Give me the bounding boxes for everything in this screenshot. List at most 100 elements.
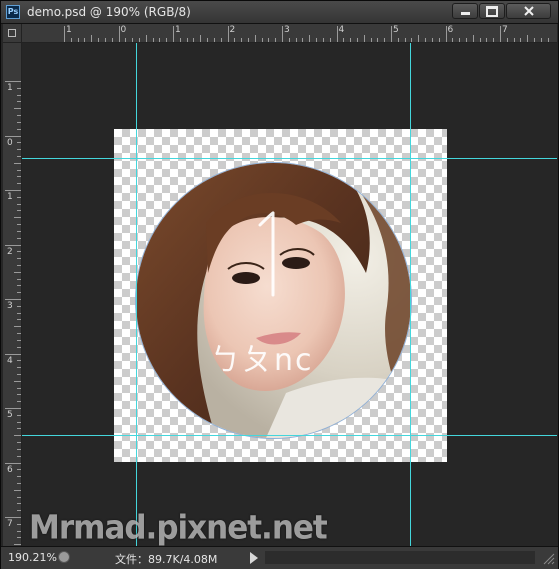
- ruler-minor-tick: [343, 38, 345, 42]
- status-menu-icon[interactable]: [58, 551, 70, 563]
- ruler-label: 2: [229, 25, 236, 35]
- ruler-minor-tick: [17, 155, 21, 157]
- ruler-minor-tick: [125, 38, 127, 42]
- ruler-minor-tick: [493, 38, 495, 42]
- ruler-minor-tick: [452, 38, 454, 42]
- ruler-major-tick: [5, 462, 21, 464]
- ruler-minor-tick: [17, 339, 21, 341]
- ruler-minor-tick: [213, 38, 215, 42]
- ruler-label: 5: [393, 25, 399, 35]
- ruler-minor-tick: [438, 38, 440, 42]
- ruler-minor-tick: [397, 38, 399, 42]
- ruler-major-tick: [5, 408, 21, 409]
- ruler-minor-tick: [84, 38, 86, 42]
- ruler-label: 4: [338, 25, 345, 35]
- ruler-minor-tick: [527, 35, 529, 42]
- artwork-text: ㄅㄆnc: [210, 343, 314, 378]
- ruler-minor-tick: [506, 38, 508, 42]
- ruler-minor-tick: [288, 38, 290, 42]
- close-button[interactable]: [506, 3, 551, 19]
- maximize-button[interactable]: [479, 3, 505, 19]
- ruler-minor-tick: [220, 38, 222, 42]
- guide-horizontal-bottom[interactable]: [22, 435, 557, 436]
- ruler-minor-tick: [384, 38, 386, 42]
- ruler-major-tick: [445, 26, 447, 42]
- ruler-minor-tick: [275, 38, 277, 42]
- horizontal-scrollbar[interactable]: [265, 551, 535, 564]
- ruler-minor-tick: [207, 38, 209, 42]
- ruler-minor-tick: [17, 510, 21, 512]
- vertical-ruler[interactable]: 1 0 1 2 3 4 5 6 7: [3, 43, 22, 546]
- ruler-label: 4: [7, 355, 13, 366]
- ruler-minor-tick: [17, 258, 21, 260]
- ruler-minor-tick: [17, 176, 21, 178]
- ruler-major-tick: [500, 26, 501, 42]
- canvas-area[interactable]: ㄅㄆnc: [22, 43, 557, 546]
- zoom-level[interactable]: 190.21%: [8, 551, 57, 564]
- photoshop-app-icon: Ps: [6, 5, 20, 19]
- ruler-major-tick: [5, 517, 21, 518]
- minimize-button[interactable]: [452, 3, 478, 19]
- status-menu-arrow-icon[interactable]: [250, 552, 258, 564]
- ruler-minor-tick: [17, 312, 21, 314]
- ruler-minor-tick: [70, 38, 72, 42]
- ruler-minor-tick: [17, 115, 21, 117]
- ruler-minor-tick: [17, 523, 21, 525]
- status-bar: 190.21% 文件：89.7K/4.08M: [1, 546, 558, 569]
- ruler-minor-tick: [138, 38, 140, 42]
- ruler-minor-tick: [17, 503, 21, 505]
- ruler-minor-tick: [17, 421, 21, 423]
- ruler-label: 3: [7, 301, 13, 311]
- ruler-minor-tick: [17, 394, 21, 396]
- ruler-minor-tick: [540, 38, 542, 42]
- ruler-minor-tick: [17, 387, 21, 389]
- ruler-minor-tick: [261, 38, 263, 42]
- ruler-major-tick: [5, 81, 21, 82]
- guide-vertical-right[interactable]: [410, 43, 411, 546]
- ruler-minor-tick: [479, 38, 481, 42]
- ruler-minor-tick: [418, 35, 420, 42]
- ruler-minor-tick: [17, 183, 21, 185]
- ruler-minor-tick: [295, 38, 297, 42]
- ruler-minor-tick: [17, 264, 21, 266]
- ruler-label: 7: [502, 25, 508, 35]
- ruler-label: 1: [7, 192, 13, 202]
- resize-grip-icon[interactable]: [541, 551, 555, 565]
- ruler-minor-tick: [14, 217, 21, 219]
- ruler-minor-tick: [17, 278, 21, 280]
- ruler-minor-tick: [17, 530, 21, 532]
- ruler-origin-corner[interactable]: [3, 24, 22, 43]
- ruler-minor-tick: [17, 333, 21, 335]
- ruler-minor-tick: [17, 285, 21, 287]
- ruler-minor-tick: [247, 38, 249, 42]
- ruler-major-tick: [64, 26, 65, 42]
- ruler-minor-tick: [159, 38, 161, 42]
- ruler-minor-tick: [17, 373, 21, 375]
- ruler-minor-tick: [17, 169, 21, 171]
- guide-vertical-left[interactable]: [136, 43, 137, 546]
- ruler-major-tick: [5, 353, 21, 355]
- ruler-minor-tick: [17, 94, 21, 96]
- ruler-label: 1: [175, 25, 181, 35]
- ruler-minor-tick: [17, 448, 21, 450]
- title-bar[interactable]: Ps demo.psd @ 190% (RGB/8): [1, 1, 558, 24]
- ruler-minor-tick: [17, 87, 21, 89]
- minimize-icon: [460, 12, 470, 15]
- guide-horizontal-top[interactable]: [22, 158, 557, 159]
- ruler-minor-tick: [322, 38, 324, 42]
- portrait-image: ㄅㄆnc: [136, 163, 411, 438]
- ruler-minor-tick: [17, 428, 21, 430]
- ruler-minor-tick: [17, 237, 21, 239]
- ruler-minor-tick: [17, 149, 21, 151]
- ruler-origin-icon: [8, 29, 16, 37]
- ruler-minor-tick: [17, 121, 21, 123]
- document-canvas[interactable]: ㄅㄆnc: [114, 129, 447, 462]
- ruler-minor-tick: [404, 38, 406, 42]
- horizontal-ruler[interactable]: 1 0 1 2 3 4 5 6 7: [22, 24, 557, 43]
- ruler-major-tick: [118, 26, 120, 42]
- close-icon: [523, 6, 534, 16]
- ruler-minor-tick: [14, 435, 21, 437]
- ruler-minor-tick: [14, 108, 21, 110]
- ruler-label: 5: [7, 410, 13, 420]
- ruler-minor-tick: [17, 367, 21, 369]
